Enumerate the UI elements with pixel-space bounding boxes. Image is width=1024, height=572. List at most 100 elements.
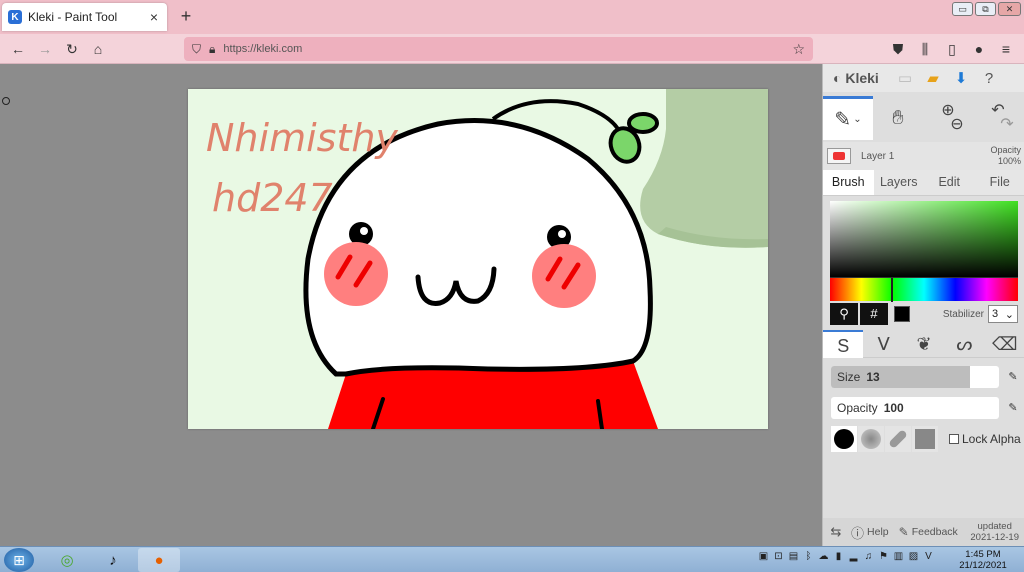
soft-round-tip-icon[interactable] [858, 426, 884, 452]
current-color-swatch[interactable] [894, 306, 910, 322]
lock-icon[interactable]: 🔒︎ [209, 42, 215, 57]
system-clock[interactable]: 1:45 PM 21/12/2021 [955, 549, 1011, 571]
tab-layers[interactable]: Layers [873, 170, 924, 195]
tool-bar: ✎ ⌄ ✋︎ ⊕ ⊖ ↶ ↷ [823, 96, 1024, 140]
redo-icon[interactable]: ↷ [1000, 117, 1013, 133]
tray-battery-icon[interactable]: ▮ [831, 551, 846, 562]
zoom-out-icon[interactable]: ⊖ [950, 117, 963, 133]
background-blob [640, 89, 768, 248]
window-close-button[interactable]: ✕ [998, 2, 1021, 16]
help-circle-icon[interactable]: ? [975, 70, 1003, 87]
kleki-logo[interactable]: ◐ Kleki [833, 70, 891, 86]
chevron-down-icon: ⌄ [1004, 308, 1014, 321]
home-icon[interactable]: ⌂ [88, 39, 108, 59]
new-tab-button[interactable]: + [176, 6, 196, 27]
signature-line-1: Nhimisthy [206, 116, 398, 160]
bookmark-star-icon[interactable]: ☆ [792, 41, 805, 58]
blend-brush-icon[interactable]: ᐯ [863, 330, 903, 358]
menu-icon[interactable]: ≡ [996, 39, 1016, 59]
stabilizer-value: 3 [992, 308, 999, 320]
pocket-icon[interactable]: ⛊ [888, 39, 908, 59]
lock-alpha-checkbox[interactable]: Lock Alpha [949, 432, 1021, 446]
browser-tab[interactable]: K Kleki - Paint Tool × [2, 3, 167, 31]
address-bar[interactable]: ⛉ 🔒︎ https://kleki.com ☆ [184, 37, 813, 61]
lock-alpha-label: Lock Alpha [962, 432, 1021, 446]
url-text[interactable]: https://kleki.com [223, 43, 792, 55]
left-cheek [324, 242, 388, 306]
drawing-canvas[interactable]: Nhimisthy hd247 [188, 89, 768, 429]
eyedropper-icon[interactable]: ⚲ [830, 303, 858, 325]
minimize-button[interactable]: ▭ [952, 2, 973, 16]
layer-opacity-label: Opacity [990, 145, 1021, 155]
flag-icon[interactable]: ⚑ [876, 551, 891, 562]
brush-tool-button[interactable]: ✎ ⌄ [823, 96, 873, 140]
hue-handle[interactable] [891, 278, 893, 302]
close-tab-icon[interactable]: × [147, 9, 161, 25]
active-layer-row[interactable]: Layer 1 Opacity 100% [823, 142, 1024, 170]
sketchy-brush-icon[interactable]: ❦ [904, 330, 944, 358]
system-tray: ▣ ⊡ ▤ ᛒ ☁ ▮ ▂ ♫ ⚑ ▥ ▨ V [756, 551, 936, 562]
reload-icon[interactable]: ↻ [62, 39, 82, 59]
chisel-tip-icon[interactable] [885, 426, 911, 452]
firefox-icon[interactable]: ● [138, 548, 180, 572]
tray-security-icon[interactable]: ▨ [906, 551, 921, 562]
tray-app-icon[interactable]: ▣ [756, 551, 771, 562]
feedback-button[interactable]: ✎ Feedback [899, 525, 958, 539]
open-folder-icon[interactable]: ▰ [919, 69, 947, 87]
tab-file[interactable]: File [974, 170, 1024, 195]
app-icon-green[interactable]: ◎ [46, 548, 88, 572]
pixel-brush-icon[interactable]: ᔕ [944, 330, 984, 358]
tray-green-icon[interactable]: ▥ [891, 551, 906, 562]
forward-icon[interactable]: → [35, 39, 55, 59]
help-icon: ⓘ [851, 525, 865, 541]
tray-v-icon[interactable]: V [921, 551, 936, 562]
brush-types: S ᐯ ❦ ᔕ ⌫ [823, 330, 1024, 358]
size-slider[interactable]: Size 13 [831, 366, 999, 388]
download-icon[interactable]: ⬇ [947, 69, 975, 87]
right-cheek [532, 244, 596, 308]
checkbox-icon[interactable] [949, 434, 959, 444]
hex-input-button[interactable]: # [860, 303, 888, 325]
panel-tabs: Brush Layers Edit File [823, 170, 1024, 196]
tray-network-icon[interactable]: ⊡ [771, 551, 786, 562]
swap-sides-icon[interactable]: ⇆ [823, 524, 849, 540]
artwork: Nhimisthy hd247 [206, 89, 768, 429]
size-edit-icon[interactable]: ✎ [1006, 370, 1020, 384]
account-icon[interactable]: ● [969, 39, 989, 59]
eraser-icon[interactable]: ⌫ [985, 330, 1024, 358]
tray-item-icon[interactable]: ▤ [786, 551, 801, 562]
signal-icon[interactable]: ▂ [846, 551, 861, 562]
nav-bar: ← → ↻ ⌂ ⛉ 🔒︎ https://kleki.com ☆ ⛊ ⫼ ▯ ●… [0, 34, 1024, 64]
sidebar-icon[interactable]: ▯ [942, 39, 962, 59]
restore-button[interactable]: ⧉ [975, 2, 996, 16]
saturation-value-picker[interactable] [830, 201, 1018, 277]
stabilizer-label: Stabilizer [942, 308, 984, 320]
taskbar: ⊞ ◎ ♪ ● ▣ ⊡ ▤ ᛒ ☁ ▮ ▂ ♫ ⚑ ▥ ▨ V 1:45 PM … [0, 546, 1024, 572]
hue-slider[interactable] [830, 277, 1018, 302]
chevron-down-icon[interactable]: ⌄ [853, 114, 861, 125]
library-icon[interactable]: ⫼ [915, 39, 935, 59]
help-button[interactable]: ⓘ Help [851, 523, 889, 542]
update-info[interactable]: updated 2021-12-19 [970, 521, 1019, 543]
start-button[interactable]: ⊞ [4, 548, 34, 572]
tray-cloud-icon[interactable]: ☁ [816, 551, 831, 562]
opacity-edit-icon[interactable]: ✎ [1006, 401, 1020, 415]
shield-icon[interactable]: ⛉ [192, 42, 201, 57]
volume-icon[interactable]: ♫ [861, 551, 876, 562]
tab-edit[interactable]: Edit [924, 170, 975, 195]
tiktok-icon[interactable]: ♪ [92, 548, 134, 572]
color-row: ⚲ # Stabilizer 3 ⌄ [830, 303, 1018, 325]
square-tip-icon[interactable] [912, 426, 938, 452]
bluetooth-icon[interactable]: ᛒ [801, 551, 816, 562]
new-image-icon[interactable]: ▭ [891, 69, 919, 87]
pen-brush-icon[interactable]: S [823, 330, 864, 358]
layer-opacity-value: 100% [997, 156, 1021, 166]
opacity-slider[interactable]: Opacity 100 [831, 397, 999, 419]
panel-footer: ⇆ ⓘ Help ✎ Feedback updated 2021-12-19 [823, 518, 1024, 546]
stabilizer-select[interactable]: 3 ⌄ [988, 305, 1018, 323]
layer-name: Layer 1 [861, 150, 895, 162]
hand-tool-button[interactable]: ✋︎ [873, 96, 923, 140]
back-icon[interactable]: ← [8, 39, 28, 59]
tab-brush[interactable]: Brush [823, 170, 874, 195]
hard-round-tip-icon[interactable] [831, 426, 857, 452]
